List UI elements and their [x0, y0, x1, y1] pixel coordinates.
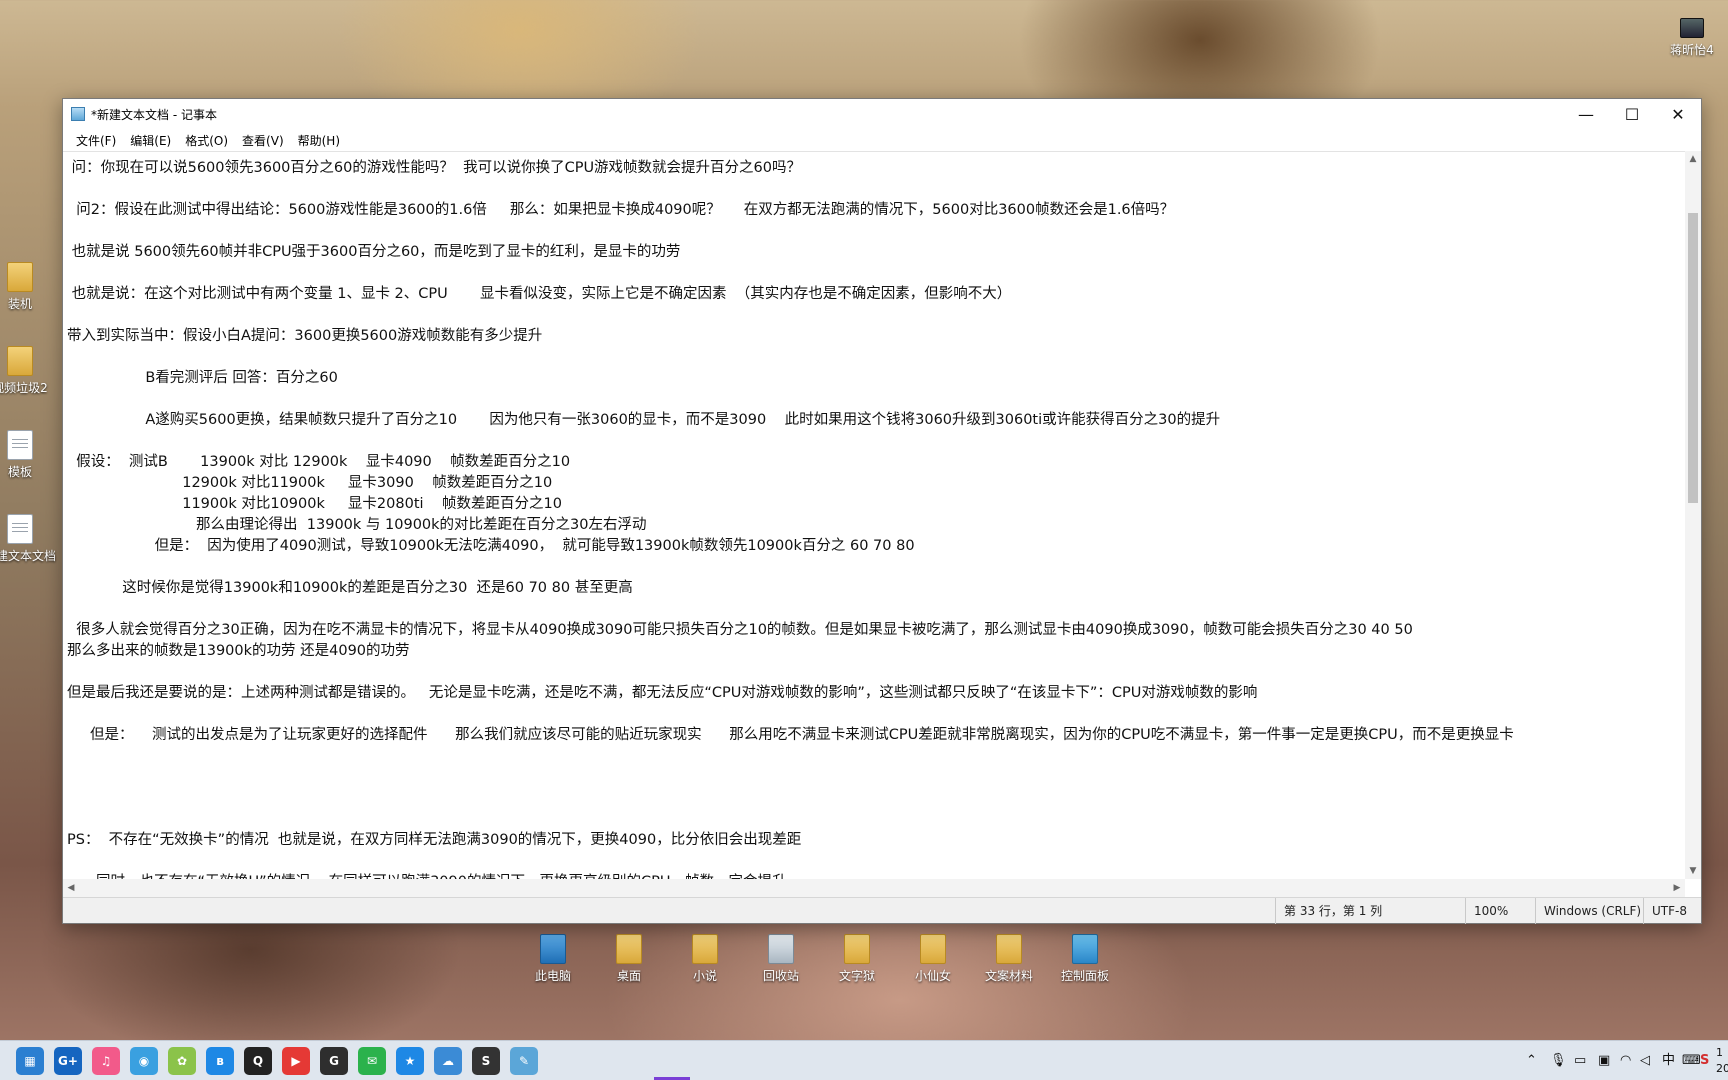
- folder-icon: [844, 934, 870, 964]
- tray-chevron-icon[interactable]: ⌃: [1526, 1041, 1537, 1080]
- editor-line: 这时候你是觉得13900k和10900k的差距是百分之30 还是60 70 80…: [67, 580, 633, 596]
- calculator-app-icon[interactable]: ▦: [16, 1047, 44, 1075]
- desktop-icon-控制面板[interactable]: 控制面板: [1049, 934, 1121, 984]
- scroll-thumb[interactable]: [1688, 213, 1698, 503]
- desktop-icon-新建文本文档[interactable]: 新建文本文档: [0, 514, 56, 564]
- scroll-right-arrow-icon[interactable]: ▶: [1669, 879, 1685, 897]
- desktop-icon-装机[interactable]: 装机: [0, 262, 56, 312]
- sogou-icon[interactable]: S: [1700, 1041, 1709, 1080]
- vertical-scrollbar[interactable]: ▲ ▼: [1685, 151, 1701, 879]
- editor-line: 11900k 对比10900k 显卡2080ti 帧数差距百分之10: [67, 496, 562, 512]
- s-app-icon[interactable]: S: [472, 1047, 500, 1075]
- desktop-icon-文字狱[interactable]: 文字狱: [821, 934, 893, 984]
- notepad-window: *新建文本文档 - 记事本 — ☐ ✕ 文件(F) 编辑(E) 格式(O) 查看…: [62, 98, 1702, 924]
- maximize-button[interactable]: ☐: [1609, 99, 1655, 129]
- network-icon[interactable]: ▭: [1574, 1041, 1586, 1080]
- editor-line: 问2：假设在此测试中得出结论：5600游戏性能是3600的1.6倍 那么：如果把…: [67, 202, 1175, 218]
- editor-line: PS： 不存在“无效换卡”的情况 也就是说，在双方同样无法跑满3090的情况下，…: [67, 832, 802, 848]
- title-bar[interactable]: *新建文本文档 - 记事本 — ☐ ✕: [63, 99, 1701, 129]
- editor-line: A遂购买5600更换，结果帧数只提升了百分之10 因为他只有一张3060的显卡，…: [67, 412, 1221, 428]
- desktop-icon-桌面[interactable]: 桌面: [593, 934, 665, 984]
- bluetooth-app-icon[interactable]: ʙ: [206, 1047, 234, 1075]
- ime-indicator[interactable]: 中: [1662, 1041, 1675, 1080]
- editor-line: 那么多出来的帧数是13900k的功劳 还是4090的功劳: [67, 643, 410, 659]
- menu-help[interactable]: 帮助(H): [291, 132, 347, 149]
- document-icon: [7, 514, 33, 544]
- scroll-down-arrow-icon[interactable]: ▼: [1685, 863, 1701, 879]
- folder-icon: [692, 934, 718, 964]
- menu-bar: 文件(F) 编辑(E) 格式(O) 查看(V) 帮助(H): [63, 129, 1701, 151]
- display-icon[interactable]: ▣: [1598, 1041, 1610, 1080]
- gplus-app-icon[interactable]: G+: [54, 1047, 82, 1075]
- editor-line: 很多人就会觉得百分之30正确，因为在吃不满显卡的情况下，将显卡从4090换成30…: [67, 622, 1413, 638]
- recycle-bin-icon: [768, 934, 794, 964]
- editor-line: 带入到实际当中：假设小白A提问：3600更换5600游戏帧数能有多少提升: [67, 328, 543, 344]
- status-zoom: 100%: [1465, 898, 1535, 924]
- editor-line: 但是最后我还是要说的是：上述两种测试都是错误的。 无论是显卡吃满，还是吃不满，都…: [67, 685, 1258, 701]
- desktop-icon-文案材料[interactable]: 文案材料: [973, 934, 1045, 984]
- text-editor[interactable]: 问：你现在可以说5600领先3600百分之60的游戏性能吗？ 我可以说你换了CP…: [63, 151, 1685, 879]
- editor-line: B看完测评后 回答：百分之60: [67, 370, 338, 386]
- editor-line: 假设： 测试B 13900k 对比 12900k 显卡4090 帧数差距百分之1…: [67, 454, 571, 470]
- status-line-ending: Windows (CRLF): [1535, 898, 1655, 924]
- folder-icon: [7, 262, 33, 292]
- desktop-icon-user[interactable]: 蒋昕怡4: [1656, 18, 1728, 58]
- folder-icon: [996, 934, 1022, 964]
- editor-line: 也就是说 5600领先60帧并非CPU强于3600百分之60，而是吃到了显卡的红…: [67, 244, 681, 260]
- editor-line: 但是： 测试的出发点是为了让玩家更好的选择配件 那么我们就应该尽可能的贴近玩家现…: [67, 727, 1514, 743]
- menu-file[interactable]: 文件(F): [69, 132, 123, 149]
- editor-line: 那么由理论得出 13900k 与 10900k的对比差距在百分之30左右浮动: [67, 517, 647, 533]
- desktop-icon-回收站[interactable]: 回收站: [745, 934, 817, 984]
- editor-line: ——同时，也不存在“无效换U”的情况 在同样可以跑满3090的情况下，更换更高级…: [67, 870, 786, 879]
- screen-app-icon[interactable]: ◉: [130, 1047, 158, 1075]
- menu-format[interactable]: 格式(O): [178, 132, 235, 149]
- window-title: *新建文本文档 - 记事本: [91, 107, 217, 122]
- editor-line: 但是： 因为使用了4090测试，导致10900k无法吃满4090， 就可能导致1…: [67, 538, 915, 554]
- scroll-left-arrow-icon[interactable]: ◀: [63, 879, 79, 897]
- g-app-icon[interactable]: G: [320, 1047, 348, 1075]
- player-app-icon[interactable]: ▶: [282, 1047, 310, 1075]
- close-button[interactable]: ✕: [1655, 99, 1701, 129]
- screen-shortcut-icon: [1680, 18, 1704, 38]
- notepad-icon: [71, 107, 85, 121]
- notepad-app-icon[interactable]: ✎: [510, 1047, 538, 1075]
- wechat-app-icon[interactable]: ✉: [358, 1047, 386, 1075]
- star-app-icon[interactable]: ★: [396, 1047, 424, 1075]
- wifi-icon[interactable]: ◠: [1620, 1041, 1631, 1080]
- taskbar: ▦ G+ ♫ ◉ ✿ ʙQ ▶ G ✉ ★ ☁ S ✎ ⌃ 🎙 ▭ ▣ ◠ ◁ 中 ⌨ S 1 202: [0, 1040, 1728, 1080]
- clock-line-2: 202: [1716, 1062, 1728, 1075]
- editor-line: 问：你现在可以说5600领先3600百分之60的游戏性能吗？ 我可以说你换了CP…: [67, 160, 802, 176]
- horizontal-scrollbar[interactable]: ◀ ▶: [63, 879, 1685, 897]
- folder-icon: [7, 346, 33, 376]
- status-encoding: UTF-8: [1643, 898, 1701, 924]
- folder-icon: [920, 934, 946, 964]
- menu-edit[interactable]: 编辑(E): [123, 132, 178, 149]
- desktop-icon-模板[interactable]: 模板: [0, 430, 56, 480]
- clock[interactable]: 1 202: [1716, 1045, 1728, 1080]
- computer-icon: [540, 934, 566, 964]
- folder-icon: [616, 934, 642, 964]
- desktop-icon-小说[interactable]: 小说: [669, 934, 741, 984]
- keyboard-icon[interactable]: ⌨: [1682, 1041, 1701, 1080]
- video-editor-app-icon[interactable]: ♫: [92, 1047, 120, 1075]
- clock-line-1: 1: [1716, 1046, 1723, 1059]
- control-panel-icon: [1072, 934, 1098, 964]
- document-icon: [7, 430, 33, 460]
- desktop-icon-视频垃圾2[interactable]: 视频垃圾2: [0, 346, 56, 396]
- qq-app-icon[interactable]: Q: [244, 1047, 272, 1075]
- microphone-icon[interactable]: 🎙: [1550, 1041, 1567, 1080]
- menu-view[interactable]: 查看(V): [235, 132, 291, 149]
- status-position: 第 33 行，第 1 列: [1275, 898, 1465, 924]
- status-bar: 第 33 行，第 1 列 100% Windows (CRLF) UTF-8: [63, 897, 1701, 924]
- editor-line: 12900k 对比11900k 显卡3090 帧数差距百分之10: [67, 475, 553, 491]
- cloud-app-icon[interactable]: ☁: [434, 1047, 462, 1075]
- minimize-button[interactable]: —: [1563, 99, 1609, 129]
- clover-app-icon[interactable]: ✿: [168, 1047, 196, 1075]
- editor-line: 也就是说：在这个对比测试中有两个变量 1、显卡 2、CPU 显卡看似没变，实际上…: [67, 286, 1012, 302]
- volume-icon[interactable]: ◁: [1640, 1041, 1650, 1080]
- desktop-icon-小仙女[interactable]: 小仙女: [897, 934, 969, 984]
- scroll-up-arrow-icon[interactable]: ▲: [1685, 151, 1701, 167]
- desktop-icon-此电脑[interactable]: 此电脑: [517, 934, 589, 984]
